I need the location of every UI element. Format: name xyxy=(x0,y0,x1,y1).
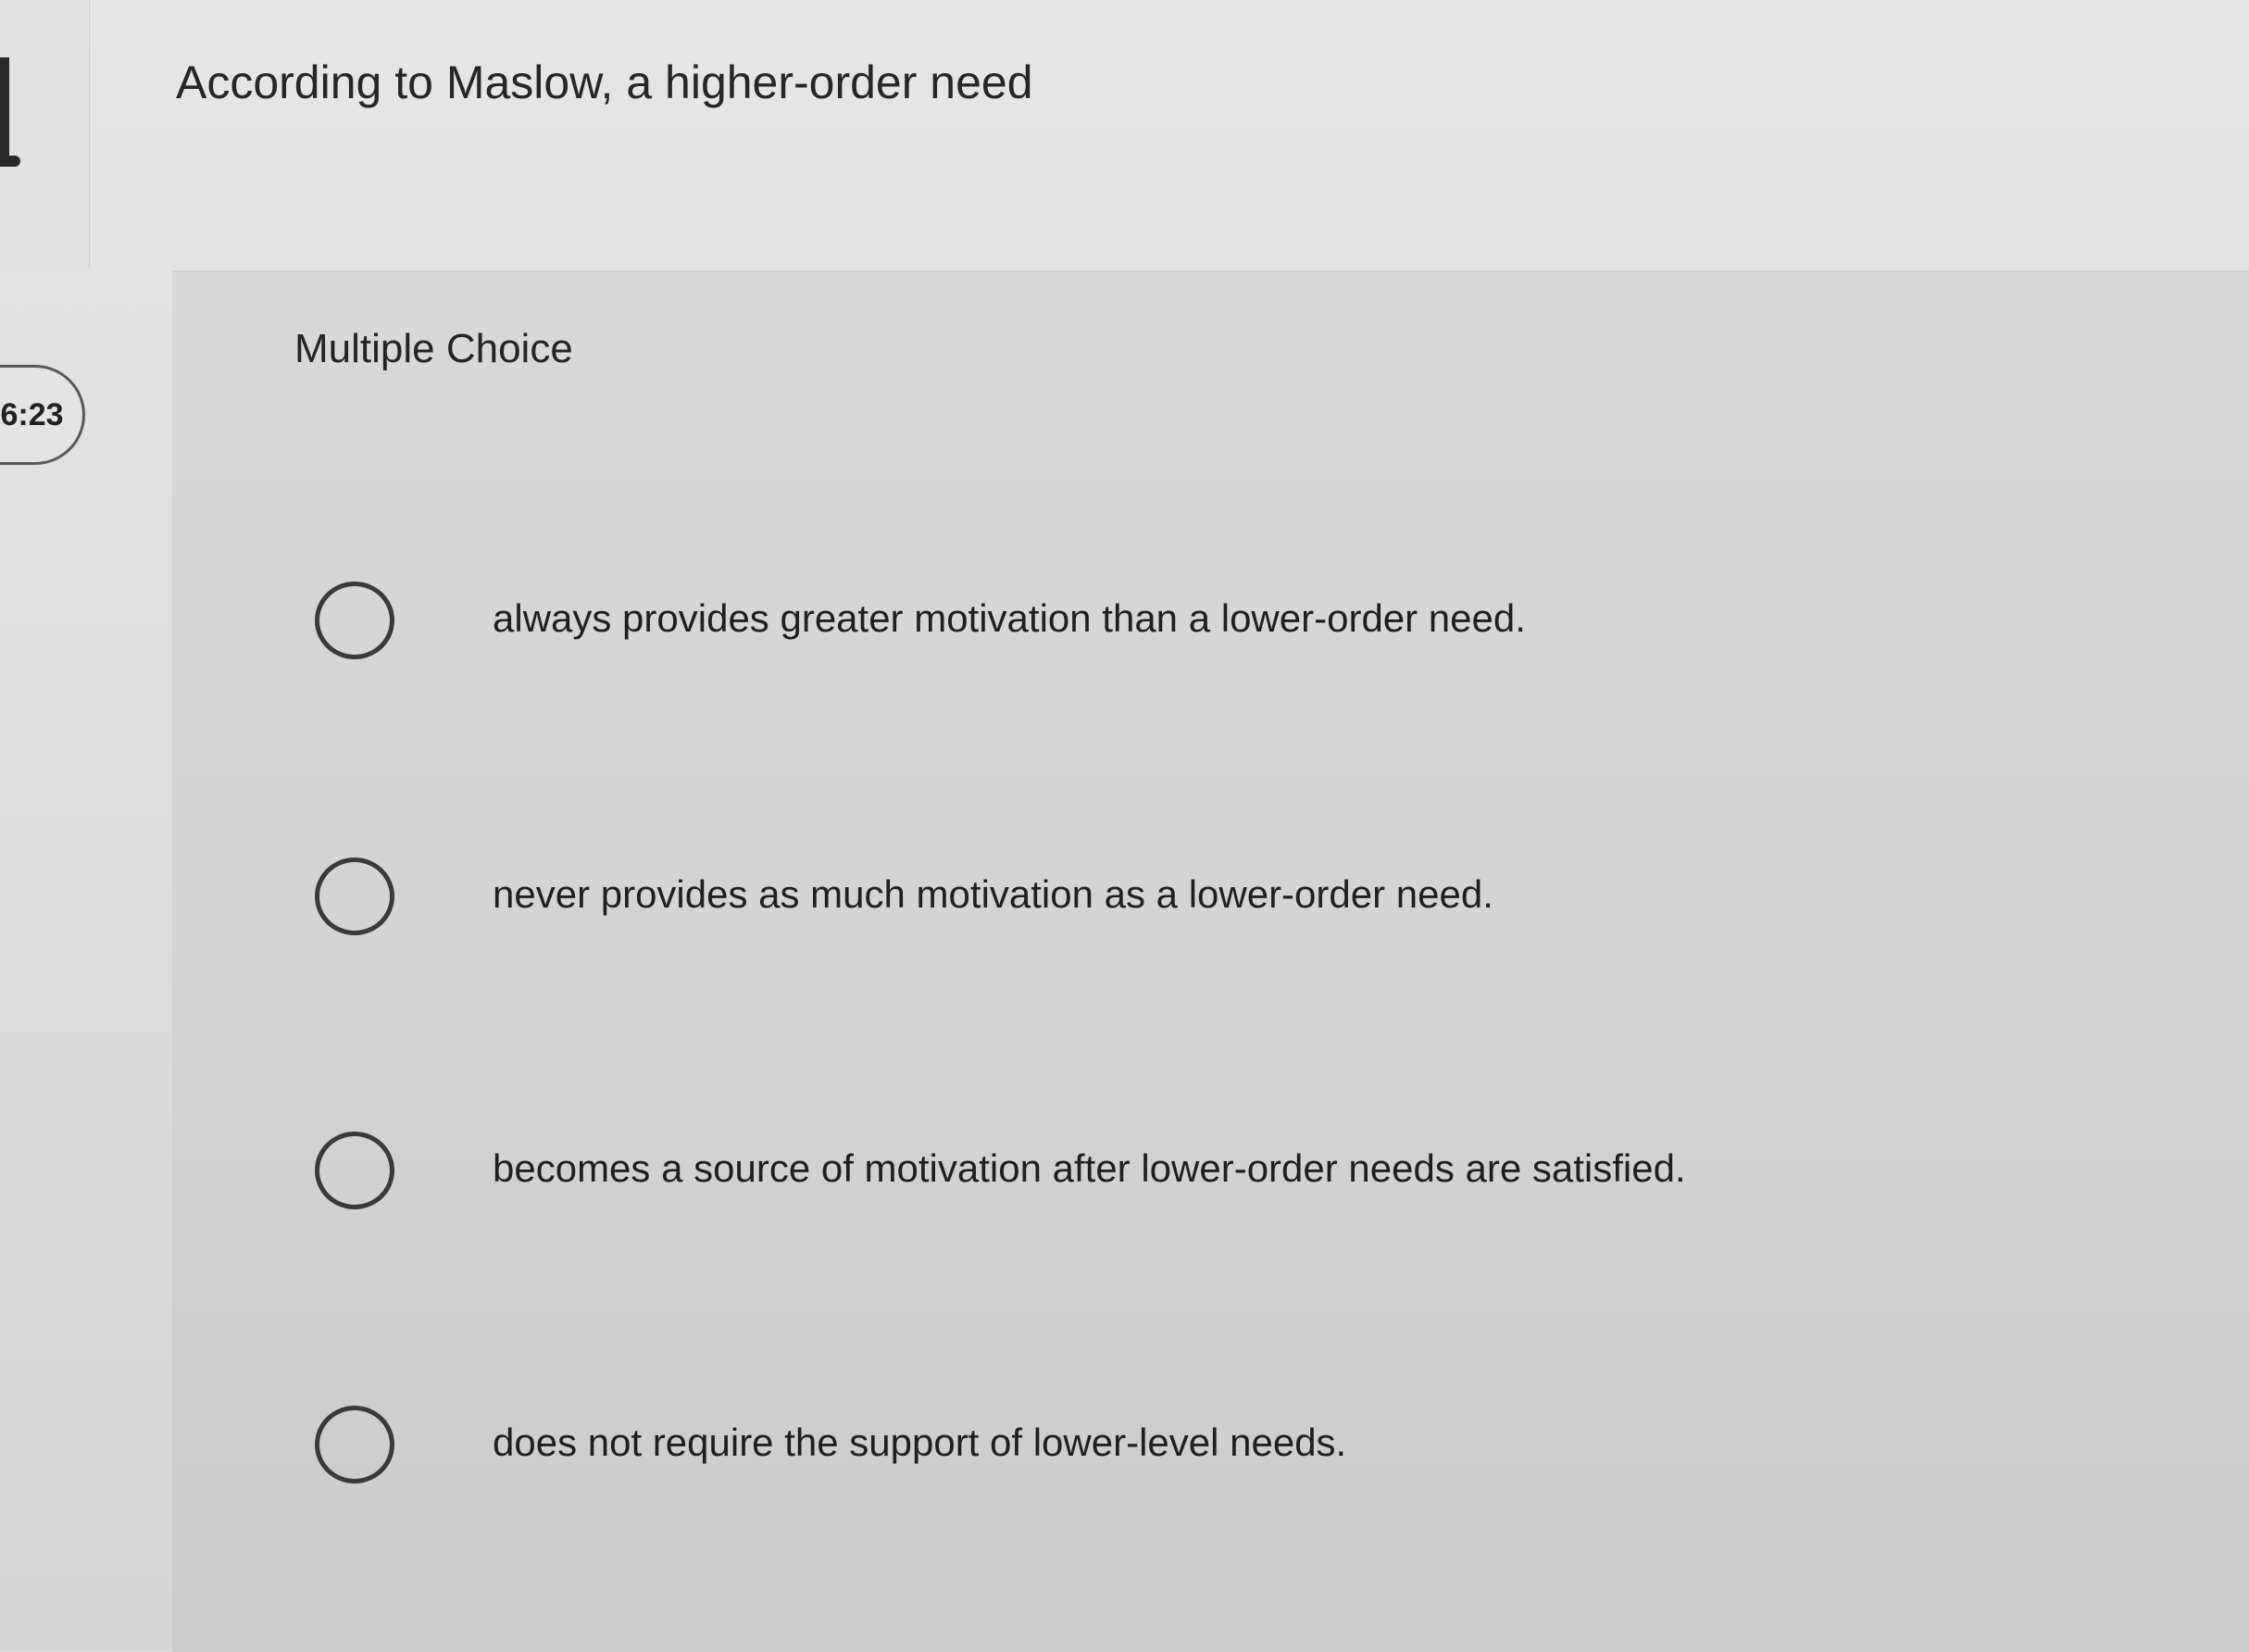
answer-option[interactable]: does not require the support of lower-le… xyxy=(311,1400,2070,1493)
left-sidebar-strip xyxy=(0,0,90,269)
progress-marker xyxy=(0,57,20,167)
answer-option[interactable]: never provides as much motivation as a l… xyxy=(311,852,2070,945)
answer-option[interactable]: becomes a source of motivation after low… xyxy=(311,1126,2070,1219)
quiz-page: 6:23 According to Maslow, a higher-order… xyxy=(0,0,2249,1652)
radio-button-icon[interactable] xyxy=(315,1132,394,1209)
answer-option-label[interactable]: always provides greater motivation than … xyxy=(493,596,1526,641)
answer-option[interactable]: always provides greater motivation than … xyxy=(311,576,2070,669)
answer-option-label[interactable]: never provides as much motivation as a l… xyxy=(493,872,1493,917)
answer-option-label[interactable]: becomes a source of motivation after low… xyxy=(493,1146,1686,1191)
answer-option-label[interactable]: does not require the support of lower-le… xyxy=(493,1420,1346,1465)
radio-button-icon[interactable] xyxy=(315,582,394,659)
radio-button-icon[interactable] xyxy=(315,857,394,935)
question-prompt: According to Maslow, a higher-order need xyxy=(176,56,1033,108)
question-type-label: Multiple Choice xyxy=(294,326,573,371)
timer-badge: 6:23 xyxy=(0,365,85,465)
radio-button-icon[interactable] xyxy=(315,1406,394,1483)
